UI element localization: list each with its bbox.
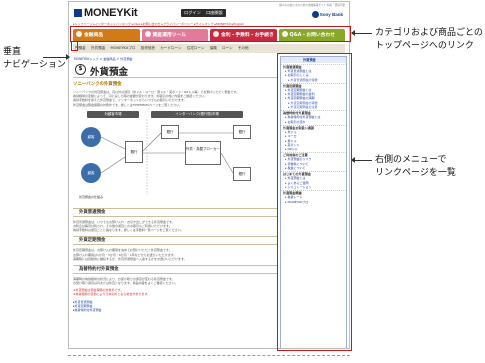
annotation-right-top: カテゴリおよび商品ごとの トップページへのリンク (375, 27, 483, 53)
subnav-item[interactable]: MONEYKitプロ (110, 46, 135, 50)
subnav-item[interactable]: ローン (222, 46, 233, 50)
section-text: 満期時の為替相場の状況により、お受け取りの通貨が変わる外貨預金です。 お受け取り… (73, 277, 278, 285)
site-logo[interactable]: MONEYKit (74, 7, 138, 19)
annotation-line: リンクページを一覧 (375, 168, 456, 178)
related-links: ▸外貨普通預金 ▸外貨定期預金 ▸為替特約付外貨預金 (73, 300, 278, 313)
subnav-item[interactable]: カードローン (160, 46, 181, 50)
brand-mark-icon (311, 11, 319, 18)
annotation-line: ナビゲーション (3, 60, 66, 70)
highlight-global-nav (70, 26, 351, 42)
text-line: お受け取り通貨は円または外貨となります。商品内容をよくご確認ください。 (73, 281, 178, 286)
annotation-line: 垂直 (3, 47, 22, 57)
annotation-right-bottom: 右側のメニューで リンクページを一覧 (375, 154, 456, 180)
brand-logo[interactable]: Sony Bank (311, 11, 343, 18)
annotation-line: 右側のメニューで (375, 155, 447, 165)
main-content: $ 外貨預金 ソニーバンクの外貨預金 ソニーバンクの外貨預金は、円以外の通貨（米… (73, 62, 278, 348)
notes: ※外貨預金は預金保険の対象外です。 ※為替相場の変動により元本割れとなる場合があ… (73, 288, 278, 296)
annotation-arrow-top (351, 30, 372, 36)
section-text: 外貨定期預金は、お預け入れ期間を決めてお預けいただく外貨預金です。 お預け入れ期… (73, 248, 278, 261)
subnav-item[interactable]: 外貨預金 (91, 46, 105, 50)
market-diagram: 対顧客市場 インターバンク(銀行間)市場 顧客 顧客 銀行 銀行 外貨・為替ブロ… (73, 110, 278, 204)
section-heading: 為替特約付外貨預金 (73, 264, 278, 274)
annotation-left: 垂直 ナビゲーション (3, 46, 66, 72)
related-link[interactable]: ▸為替特約付外貨預金 (73, 308, 278, 312)
lead-heading: ソニーバンクの外貨預金 (73, 82, 122, 87)
subnav-item[interactable]: 保険 (210, 46, 217, 50)
breadcrumb[interactable]: MONEYKitトップ > 金融商品 > 外貨預金 (74, 56, 133, 61)
text-line: 外貨預金は預金保険の対象外です。詳しくはTIMEMEMOページをご覧ください。 (73, 102, 183, 107)
annotation-line: カテゴリおよび商品ごとの (375, 28, 483, 38)
logo-mark (74, 9, 82, 17)
open-account-button[interactable]: 口座開設 (203, 9, 226, 17)
annotation-arrow-right (351, 157, 372, 163)
page-continuation-line (68, 355, 350, 356)
login-button[interactable]: ログイン (181, 9, 204, 17)
currency-icon: $ (75, 64, 86, 75)
diagram-caption: 外貨預金の仕組み (79, 194, 104, 199)
highlight-right-menu (277, 53, 352, 351)
section-heading: 外貨普通預金 (73, 207, 278, 217)
brand-name: Sony Bank (319, 12, 343, 17)
site-header: MONEYKit ログイン 口座開設 個人のお客さまのための金融情報サイト 有料… (69, 2, 349, 23)
text-line: 満期時には自動的に継続するか、外貨普通預金へ入金するかをお選びいただけます。 (73, 256, 187, 261)
subnav-item[interactable]: 住宅ローン (187, 46, 205, 50)
page-title-bar: $ 外貨預金 (73, 62, 278, 78)
section-text: 外貨普通預金は、いつでもお預け入れ・お引き出しができる外貨預金です。 お利息は毎… (73, 220, 278, 233)
top-note: 個人のお客さまのための金融情報サイト 有料・登録不要 (279, 4, 345, 7)
note-line: ※為替相場の変動により元本割れとなる場合があります。 (73, 292, 151, 297)
page-title: 外貨預金 (90, 67, 129, 78)
logo-text: MONEYKit (84, 7, 138, 19)
subnav-item[interactable]: その他 (238, 46, 249, 50)
intro-text: ソニーバンクの外貨預金は、円以外の通貨（米ドル・ユーロ・豪ドル・英ポンド・NZド… (73, 90, 278, 107)
text-line: 為替手数料は通貨ごとに異なります。詳しくは手数料一覧ページをご覧ください。 (73, 228, 184, 233)
annotation-line: トップページへのリンク (375, 41, 474, 51)
section-heading: 外貨定期預金 (73, 236, 278, 246)
subnav-item[interactable]: 投資信託 (141, 46, 155, 50)
diagram-connectors (100, 118, 234, 195)
highlight-vertical-nav (71, 41, 78, 51)
product-subnav: 円預金 外貨預金 MONEYKitプロ 投資信託 カードローン 住宅ローン 保険… (73, 44, 345, 53)
